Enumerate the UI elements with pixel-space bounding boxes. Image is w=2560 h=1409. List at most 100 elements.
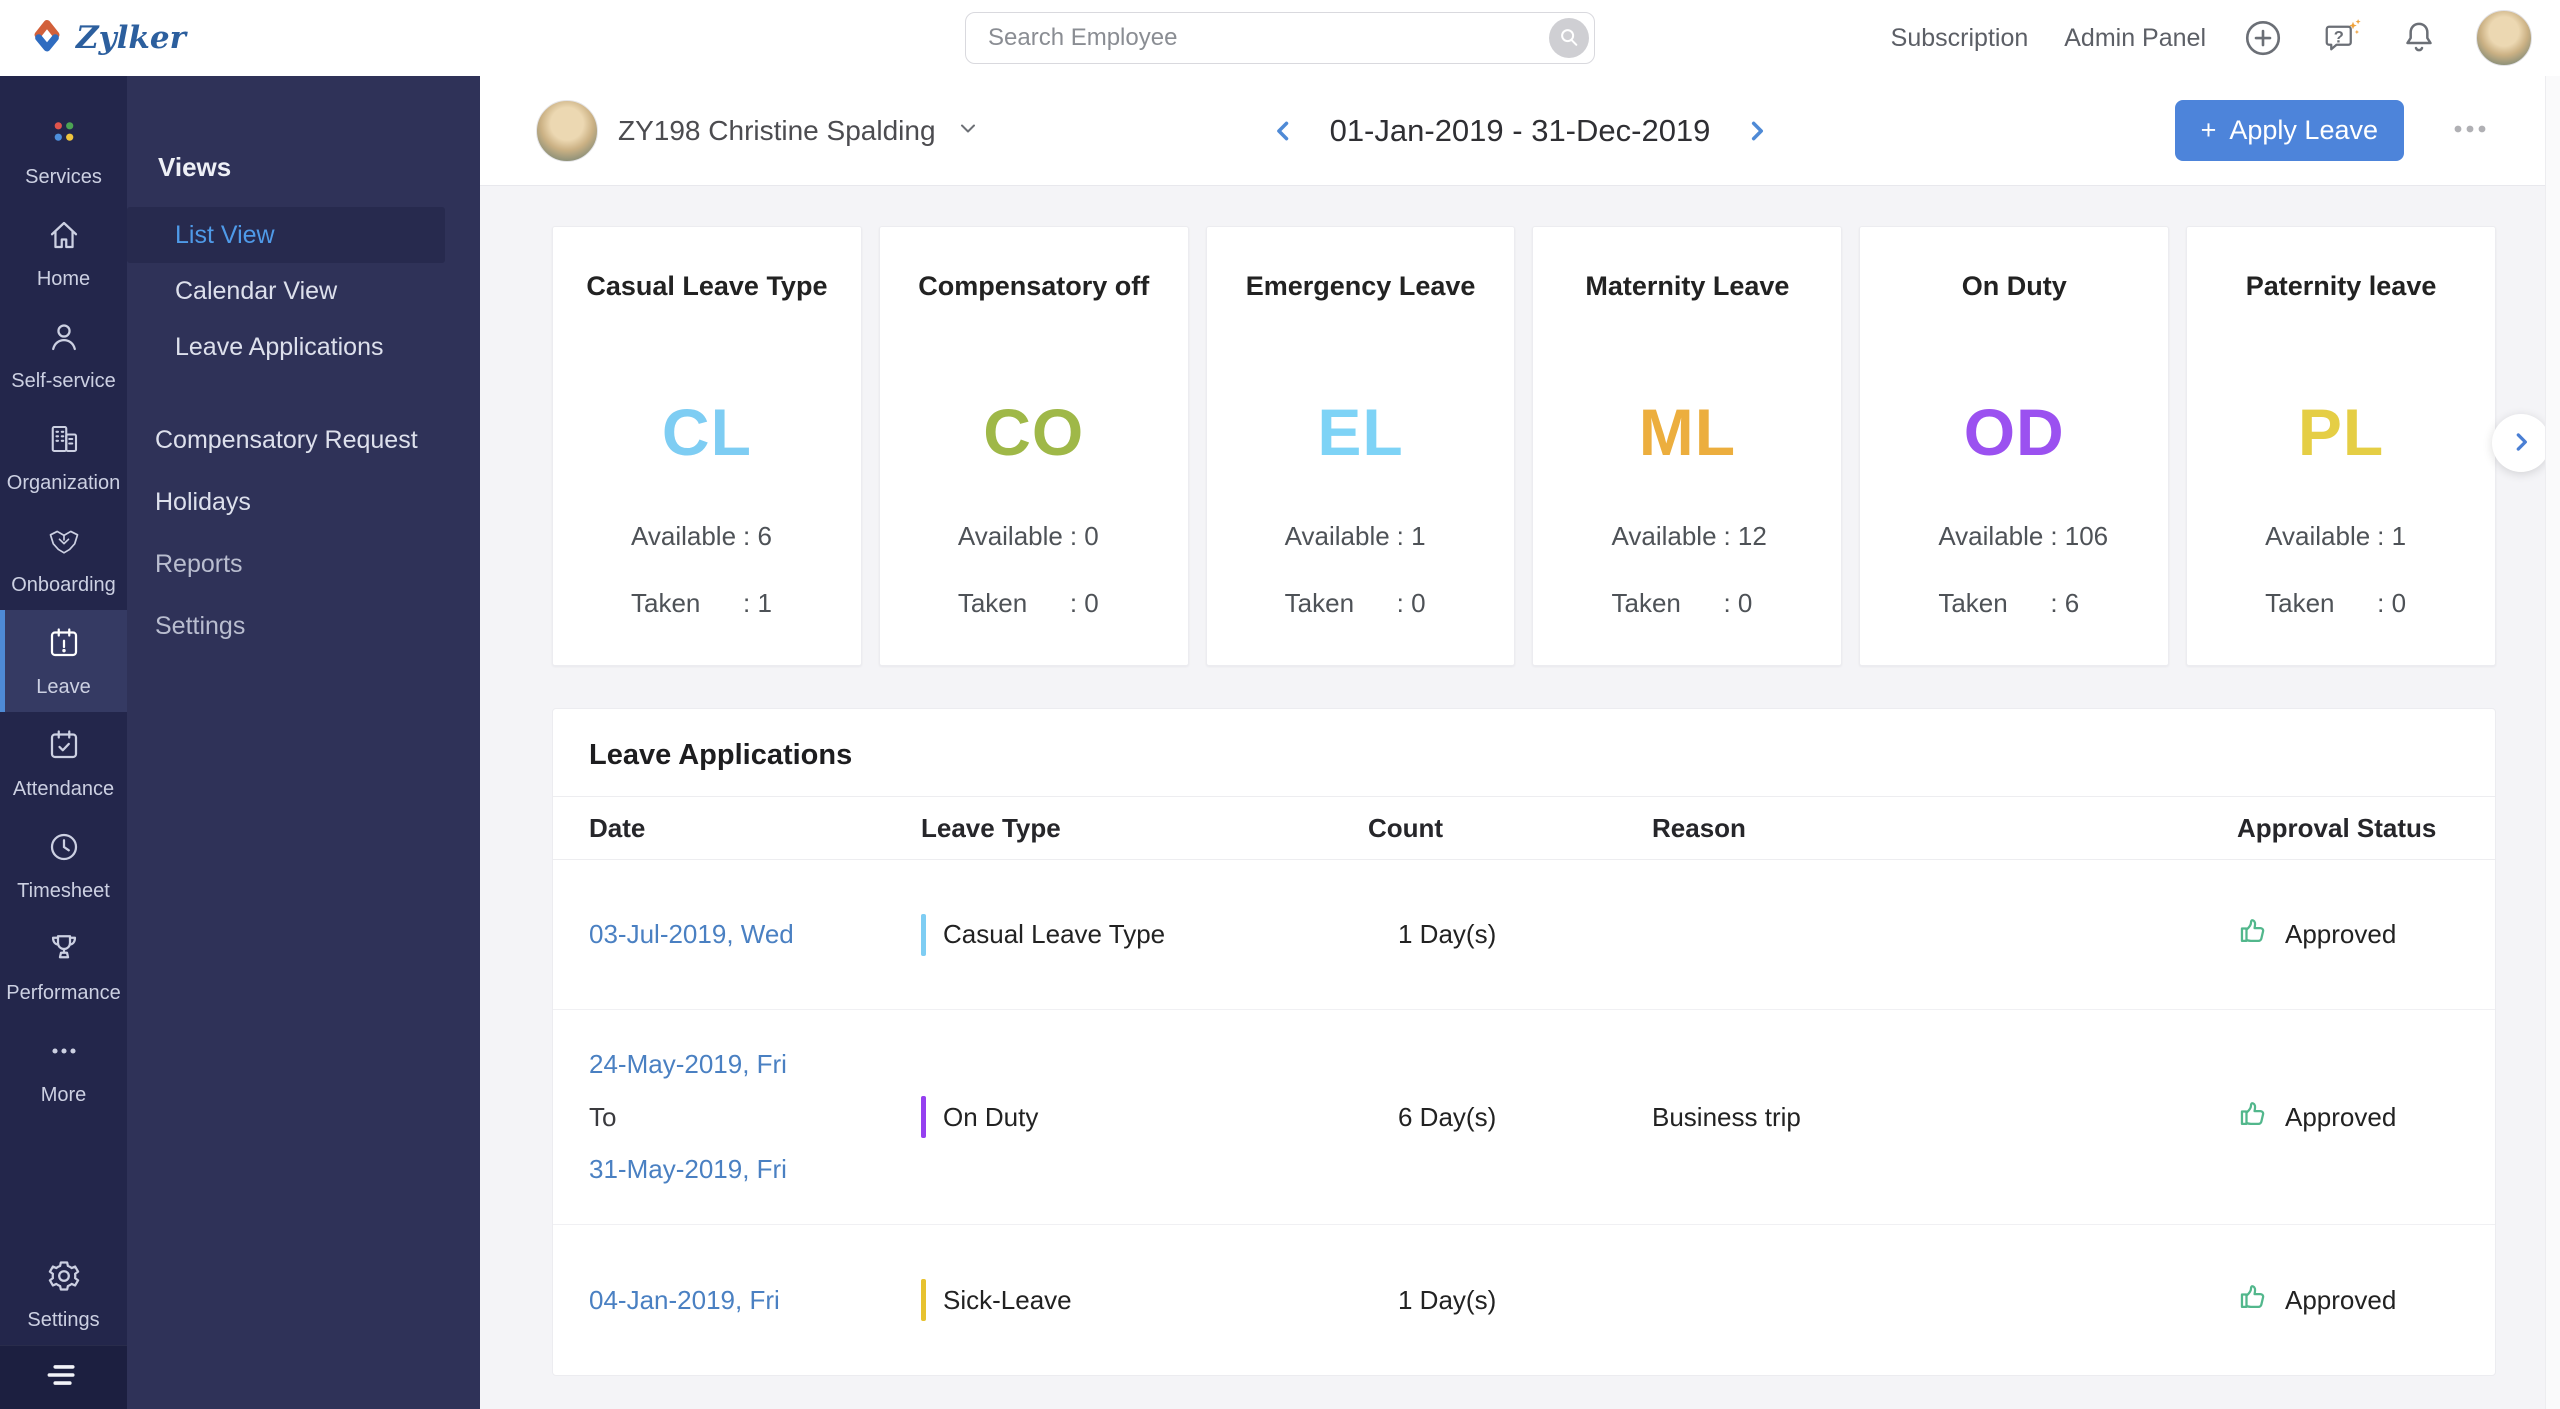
table-row: 04-Jan-2019, Fri Sick-Leave 1 Day(s) App…	[553, 1225, 2495, 1375]
sidebar-item-self-service[interactable]: Self-service	[0, 304, 127, 406]
admin-panel-link[interactable]: Admin Panel	[2064, 24, 2206, 53]
sidebar-item-leave[interactable]: Leave	[0, 610, 127, 712]
status-text: Approved	[2285, 1101, 2397, 1132]
status-text: Approved	[2285, 1284, 2397, 1315]
employee-search	[965, 12, 1595, 64]
card-title: Compensatory off	[918, 271, 1150, 301]
sidebar-item-settings[interactable]: Settings	[0, 1243, 127, 1345]
leave-card-paternity[interactable]: Paternity leave PL Available: 1 Taken: 0	[2186, 226, 2496, 666]
subscription-link[interactable]: Subscription	[1891, 24, 2029, 53]
sidebar-item-attendance[interactable]: Attendance	[0, 712, 127, 814]
sidebar-item-label: Onboarding	[11, 574, 116, 596]
leave-applications-panel: Leave Applications Date Leave Type Count…	[552, 708, 2496, 1376]
cards-next-button[interactable]	[2492, 414, 2550, 472]
stat-label: Taken	[631, 588, 701, 618]
sidebar-item-services[interactable]: Services	[0, 100, 127, 202]
collapse-menu-button[interactable]	[0, 1345, 127, 1409]
thumbs-up-icon	[2237, 914, 2271, 955]
employee-name: ZY198 Christine Spalding	[618, 114, 936, 146]
card-stats: Available: 0 Taken: 0	[880, 521, 1188, 619]
sidebar-item-label: Home	[36, 268, 91, 290]
sidebar-item-more[interactable]: More	[0, 1018, 127, 1120]
status-cell: Approved	[2237, 1280, 2459, 1321]
date-link[interactable]: 03-Jul-2019, Wed	[589, 919, 794, 949]
chevron-down-icon	[956, 116, 980, 145]
sidebar-item-timesheet[interactable]: Timesheet	[0, 814, 127, 916]
date-link[interactable]: 04-Jan-2019, Fri	[589, 1285, 780, 1315]
employee-selector[interactable]: ZY198 Christine Spalding	[536, 99, 980, 162]
table-row: 24-May-2019, Fri To 31-May-2019, Fri On …	[553, 1010, 2495, 1225]
scrollbar-track[interactable]	[2545, 76, 2560, 1409]
date-link[interactable]: 31-May-2019, Fri	[589, 1153, 921, 1186]
date-link[interactable]: 24-May-2019, Fri	[589, 1048, 921, 1081]
leave-card-on-duty[interactable]: On Duty OD Available: 106 Taken: 6	[1859, 226, 2170, 666]
leave-card-compensatory[interactable]: Compensatory off CO Available: 0 Taken: …	[878, 226, 1189, 666]
search-button[interactable]	[1549, 18, 1589, 58]
nav-leave-applications[interactable]: Leave Applications	[127, 319, 480, 375]
employee-avatar	[536, 99, 598, 162]
apply-leave-button[interactable]: + Apply Leave	[2174, 100, 2404, 161]
card-code: CO	[983, 395, 1085, 469]
stat-label: Taken	[957, 588, 1028, 618]
sidebar-item-label: Organization	[6, 472, 121, 494]
stat-label: Available	[631, 521, 737, 551]
reason-cell: Business trip	[1652, 1101, 1801, 1132]
header-actions: + Apply Leave	[2174, 100, 2496, 161]
nav-holidays[interactable]: Holidays	[127, 471, 480, 533]
card-title: On Duty	[1961, 271, 2067, 301]
stat-value: : 0	[1396, 588, 1426, 618]
handshake-icon	[46, 523, 82, 565]
nav-settings[interactable]: Settings	[127, 595, 480, 657]
nav-list-view[interactable]: List View	[127, 207, 445, 263]
sidebar-item-organization[interactable]: Organization	[0, 406, 127, 508]
stat-value: : 0	[1069, 521, 1099, 551]
leave-card-emergency[interactable]: Emergency Leave EL Available: 1 Taken: 0	[1205, 226, 1516, 666]
sidebar-item-performance[interactable]: Performance	[0, 916, 127, 1018]
thumbs-up-icon	[2237, 1280, 2271, 1321]
person-icon	[46, 319, 82, 361]
stat-label: Taken	[1284, 588, 1355, 618]
plus-icon: +	[2200, 115, 2217, 145]
status-cell: Approved	[2237, 1097, 2459, 1138]
prev-period-button[interactable]	[1266, 113, 1302, 149]
zylker-logo-icon	[28, 17, 66, 60]
nav-reports[interactable]: Reports	[127, 533, 480, 595]
search-input[interactable]	[965, 12, 1595, 64]
next-period-button[interactable]	[1738, 113, 1774, 149]
leave-balance-cards: Casual Leave Type CL Available: 6 Taken:…	[552, 226, 2496, 666]
date-to-label: To	[589, 1101, 617, 1132]
col-count: Count	[1368, 812, 1444, 843]
user-avatar[interactable]	[2476, 10, 2532, 66]
stat-value: : 6	[743, 521, 772, 551]
stat-value: : 1	[743, 588, 772, 618]
services-grid-icon	[46, 115, 82, 157]
sidebar-item-label: Settings	[27, 1309, 100, 1331]
sidebar-item-onboarding[interactable]: Onboarding	[0, 508, 127, 610]
leave-sidebar: Views List View Calendar View Leave Appl…	[127, 76, 480, 1409]
page-header: ZY198 Christine Spalding 01-Jan-2019 - 3…	[480, 76, 2560, 186]
table-row: 03-Jul-2019, Wed Casual Leave Type 1 Day…	[553, 860, 2495, 1010]
card-title: Emergency Leave	[1245, 271, 1476, 301]
sidebar-item-home[interactable]: Home	[0, 202, 127, 304]
stat-label: Taken	[2265, 588, 2335, 618]
leave-card-maternity[interactable]: Maternity Leave ML Available: 12 Taken: …	[1532, 226, 1843, 666]
card-code: CL	[661, 395, 752, 469]
nav-compensatory-request[interactable]: Compensatory Request	[127, 409, 480, 471]
zylker-logo[interactable]: Zylker	[28, 17, 186, 60]
topbar-actions: Subscription Admin Panel ?	[1891, 10, 2532, 66]
leave-card-casual[interactable]: Casual Leave Type CL Available: 6 Taken:…	[552, 226, 862, 666]
nav-calendar-view[interactable]: Calendar View	[127, 263, 480, 319]
table-header: Date Leave Type Count Reason Approval St…	[553, 796, 2495, 860]
more-options-button[interactable]	[2444, 116, 2496, 145]
card-title: Casual Leave Type	[586, 271, 828, 301]
stat-value: : 106	[2050, 521, 2109, 551]
main-content: ZY198 Christine Spalding 01-Jan-2019 - 3…	[480, 76, 2560, 1409]
stat-label: Available	[2265, 521, 2371, 551]
clock-icon	[46, 829, 82, 871]
help-bubble-icon[interactable]: ?	[2320, 17, 2362, 59]
bell-icon[interactable]	[2398, 17, 2440, 59]
plus-circle-icon[interactable]	[2242, 17, 2284, 59]
thumbs-up-icon	[2237, 1097, 2271, 1138]
col-leave-type: Leave Type	[921, 812, 1061, 843]
card-code: PL	[2297, 395, 2385, 469]
